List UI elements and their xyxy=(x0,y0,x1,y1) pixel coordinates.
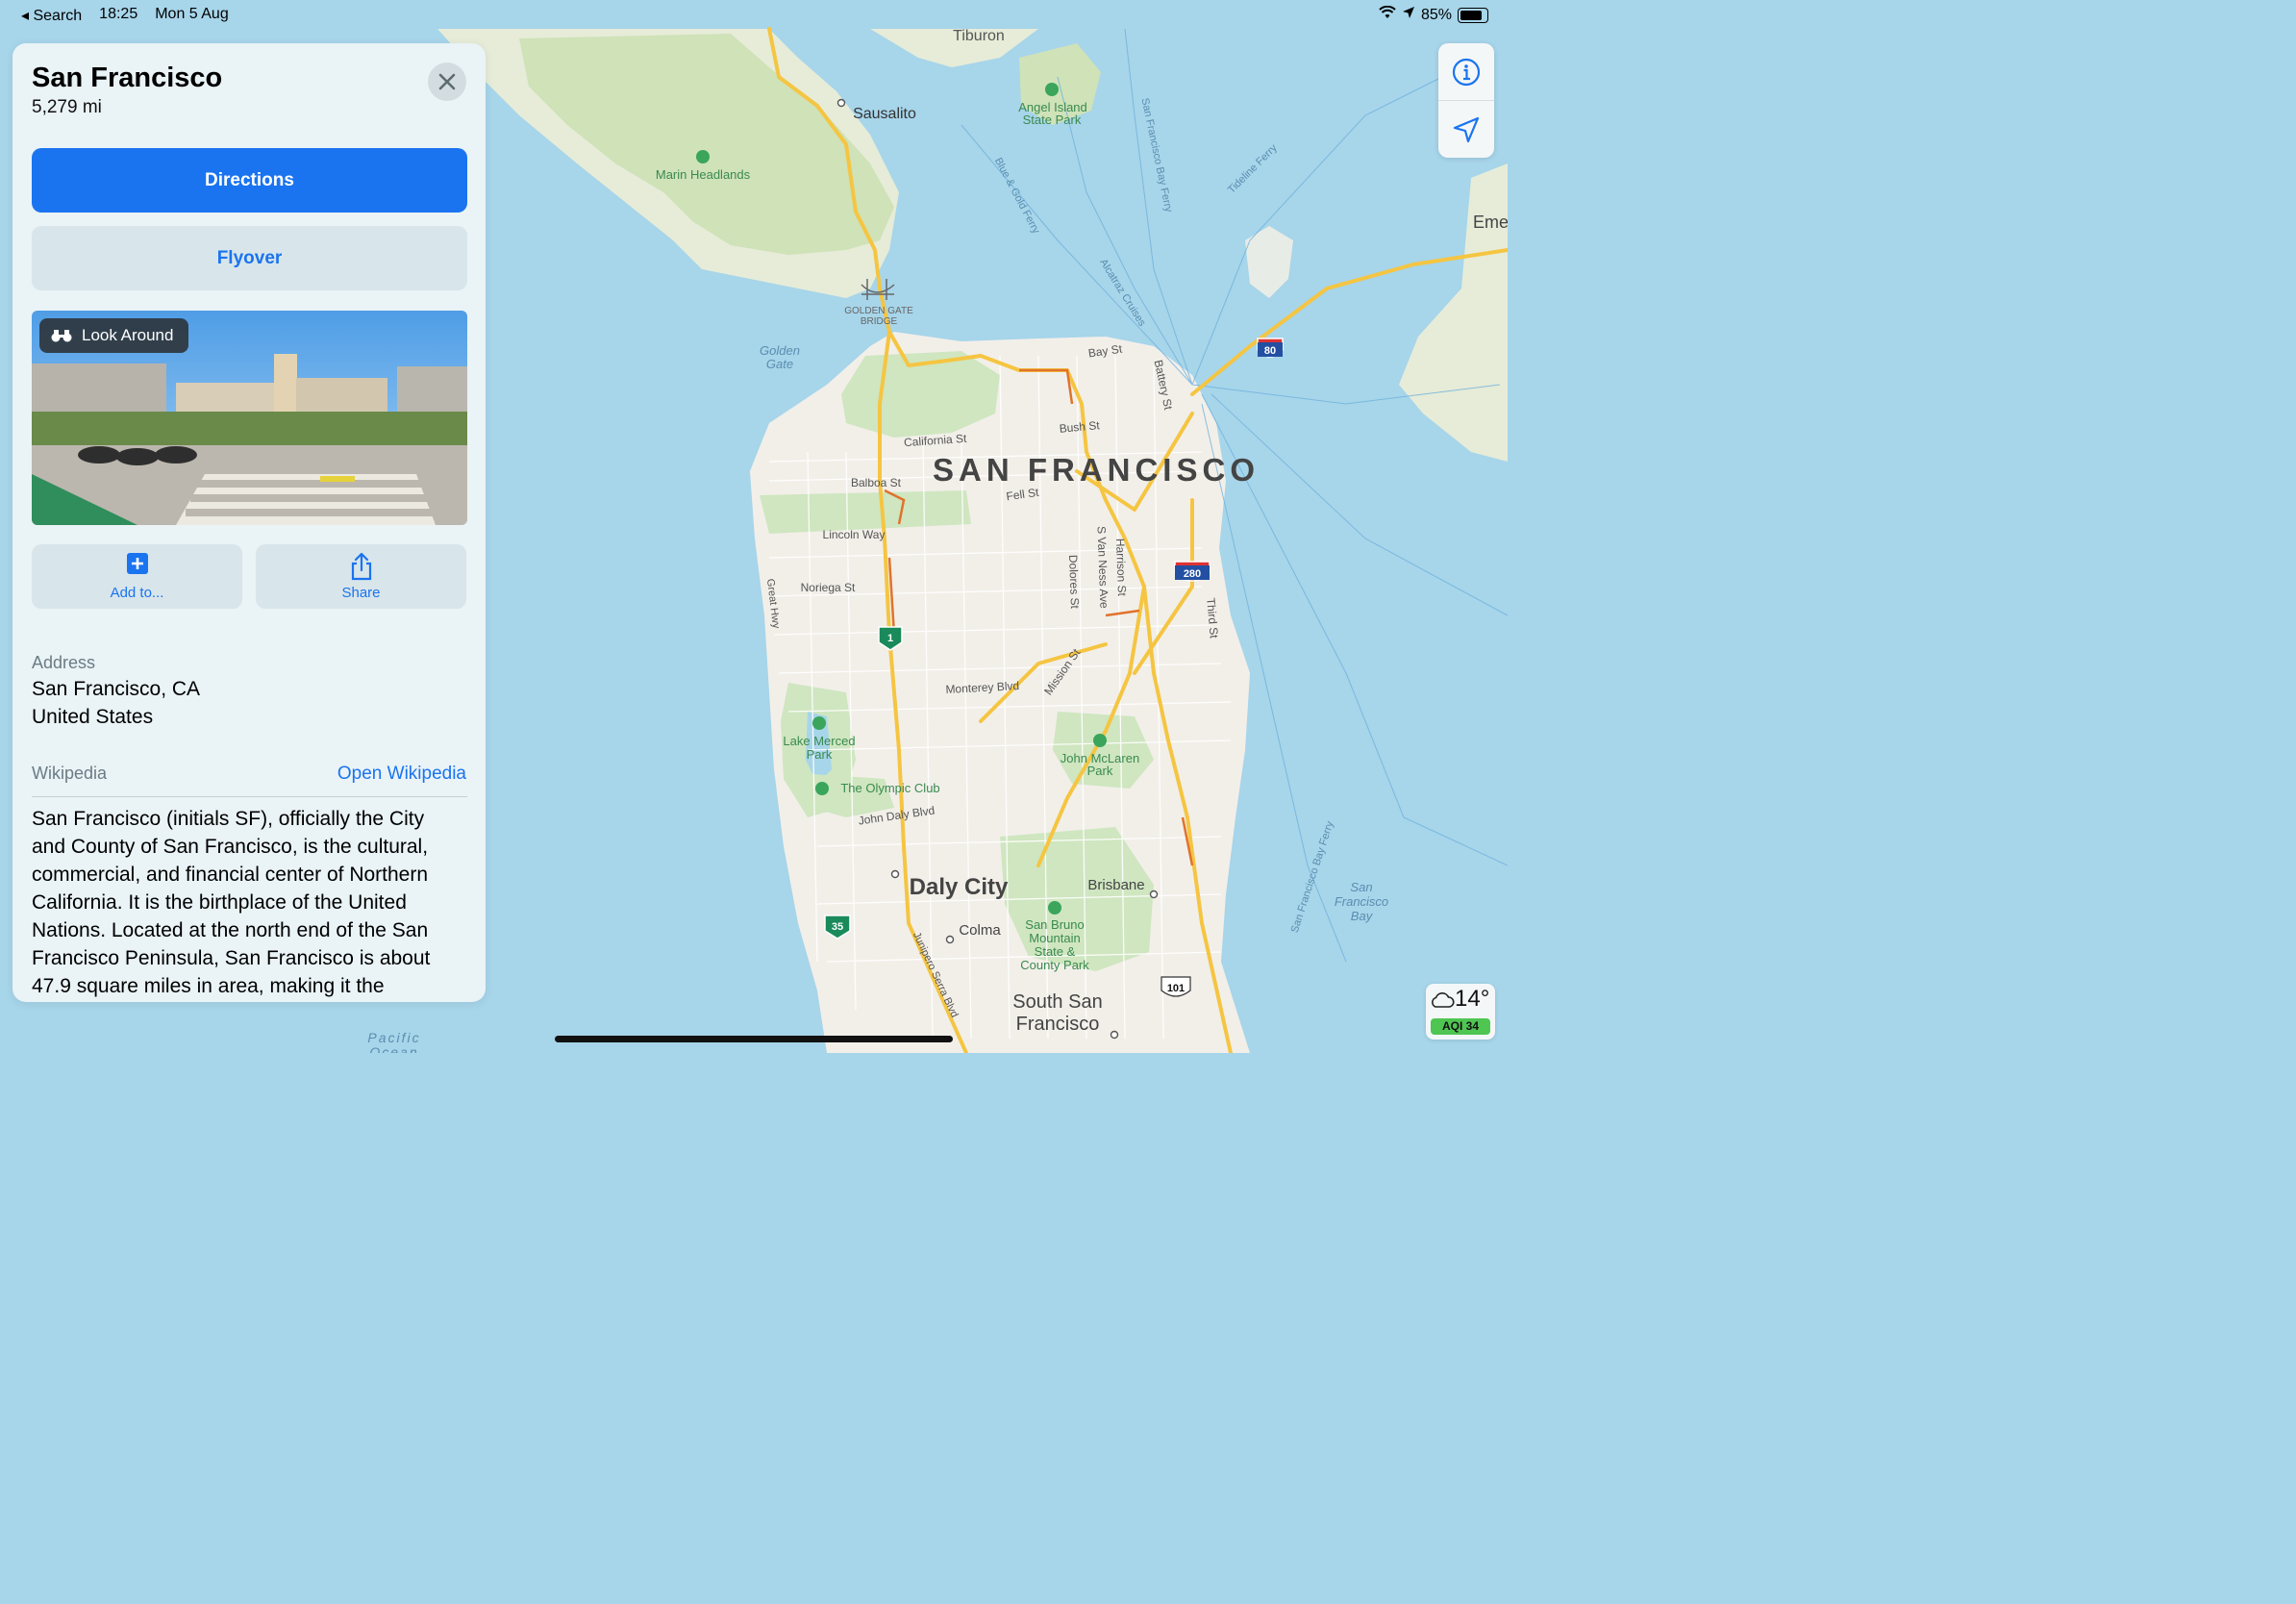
share-icon xyxy=(350,552,373,585)
svg-text:Park: Park xyxy=(1087,764,1113,778)
location-arrow-icon xyxy=(1453,116,1480,142)
svg-text:GOLDEN GATE: GOLDEN GATE xyxy=(844,306,913,316)
look-around-label: Look Around xyxy=(82,326,174,344)
status-time: 18:25 xyxy=(99,6,138,22)
back-to-search-link[interactable]: ◂ Search xyxy=(21,6,82,25)
close-icon xyxy=(438,73,456,90)
svg-text:Brisbane: Brisbane xyxy=(1087,877,1144,893)
svg-text:Dolores St: Dolores St xyxy=(1066,555,1082,610)
wikipedia-heading: Wikipedia xyxy=(32,764,108,783)
shield-us101: 101 xyxy=(1160,976,1191,997)
svg-text:San: San xyxy=(1350,880,1372,894)
wikipedia-line: Francisco Peninsula, San Francisco is ab… xyxy=(32,947,431,969)
home-indicator[interactable] xyxy=(555,1036,953,1042)
wikipedia-line: 47.9 square miles in area, making it the xyxy=(32,975,385,997)
map-controls xyxy=(1438,43,1494,158)
svg-text:The Olympic Club: The Olympic Club xyxy=(840,781,939,795)
weather-widget[interactable]: 14° AQI 34 xyxy=(1426,984,1495,1040)
place-card: San Francisco 5,279 mi Directions Flyove… xyxy=(12,43,486,1002)
add-to-label: Add to... xyxy=(110,585,164,601)
directions-button[interactable]: Directions xyxy=(32,148,467,213)
wikipedia-line: commercial, and financial center of Nort… xyxy=(32,864,429,886)
city-label: SAN FRANCISCO xyxy=(933,452,1260,488)
map-info-button[interactable] xyxy=(1438,43,1494,100)
wikipedia-line: Nations. Located at the north end of the… xyxy=(32,919,429,941)
flyover-button[interactable]: Flyover xyxy=(32,226,467,290)
status-date: Mon 5 Aug xyxy=(155,6,229,22)
info-icon xyxy=(1452,58,1481,86)
look-around-preview[interactable]: Look Around xyxy=(32,311,467,525)
svg-text:1: 1 xyxy=(887,633,893,644)
open-wikipedia-link[interactable]: Open Wikipedia xyxy=(337,764,466,785)
location-arrow-icon xyxy=(1402,6,1415,24)
svg-text:Eme: Eme xyxy=(1473,213,1508,232)
svg-text:Harrison St: Harrison St xyxy=(1113,539,1129,597)
svg-text:Francisco: Francisco xyxy=(1335,894,1388,909)
svg-text:Lake Merced: Lake Merced xyxy=(783,734,855,748)
status-bar: ◂ Search 18:25 Mon 5 Aug 85% xyxy=(0,0,1508,31)
svg-text:Mountain: Mountain xyxy=(1029,931,1080,945)
svg-text:Balboa St: Balboa St xyxy=(851,476,902,489)
wikipedia-line: and County of San Francisco, is the cult… xyxy=(32,836,429,858)
add-to-button[interactable]: Add to... xyxy=(32,544,242,609)
svg-text:Marin Headlands: Marin Headlands xyxy=(656,167,751,182)
battery-icon xyxy=(1458,7,1488,23)
svg-text:BRIDGE: BRIDGE xyxy=(861,316,898,327)
address-heading: Address xyxy=(32,653,96,672)
svg-text:Noriega St: Noriega St xyxy=(801,581,856,594)
address-line-1: San Francisco, CA xyxy=(32,678,201,700)
svg-text:Francisco: Francisco xyxy=(1016,1014,1100,1035)
temperature: 14° xyxy=(1455,986,1490,1012)
wifi-icon xyxy=(1379,5,1396,24)
svg-text:280: 280 xyxy=(1184,568,1201,580)
svg-text:35: 35 xyxy=(832,921,843,933)
battery-percentage: 85% xyxy=(1420,6,1452,23)
svg-text:Park: Park xyxy=(807,747,833,762)
svg-text:101: 101 xyxy=(1167,983,1185,994)
place-title: San Francisco xyxy=(32,63,223,93)
svg-text:Sausalito: Sausalito xyxy=(853,106,916,122)
share-button[interactable]: Share xyxy=(256,544,466,609)
svg-text:Lincoln Way: Lincoln Way xyxy=(823,528,886,541)
svg-text:State &: State & xyxy=(1035,944,1076,959)
share-label: Share xyxy=(341,585,381,601)
svg-text:San Bruno: San Bruno xyxy=(1025,917,1084,932)
place-distance: 5,279 mi xyxy=(32,97,102,117)
svg-text:Bay: Bay xyxy=(1351,909,1374,923)
shield-i80: 80 xyxy=(1257,338,1284,358)
svg-text:Golden: Golden xyxy=(760,343,800,358)
svg-text:County Park: County Park xyxy=(1020,958,1089,972)
cloud-icon xyxy=(1432,992,1455,1008)
close-button[interactable] xyxy=(428,63,466,101)
svg-text:Daly City: Daly City xyxy=(910,874,1009,900)
svg-text:Gate: Gate xyxy=(766,357,793,371)
wikipedia-summary: San Francisco (initials SF), officially … xyxy=(32,805,469,1000)
svg-text:Colma: Colma xyxy=(959,922,1001,939)
shield-i280: 280 xyxy=(1174,561,1210,582)
svg-text:South San: South San xyxy=(1012,991,1102,1013)
svg-text:S Van Ness Ave: S Van Ness Ave xyxy=(1095,526,1111,609)
address-line-2: United States xyxy=(32,706,154,728)
binoculars-icon xyxy=(51,330,72,342)
svg-text:Ocean: Ocean xyxy=(369,1044,418,1053)
look-around-badge[interactable]: Look Around xyxy=(39,318,189,353)
wikipedia-line: California. It is the birthplace of the … xyxy=(32,891,407,914)
wikipedia-line: San Francisco (initials SF), officially … xyxy=(32,808,425,830)
aqi-badge: AQI 34 xyxy=(1431,1018,1490,1035)
divider xyxy=(32,796,467,797)
plus-square-icon xyxy=(126,552,149,579)
svg-text:Pacific: Pacific xyxy=(367,1030,420,1045)
svg-text:State Park: State Park xyxy=(1023,113,1082,127)
svg-text:80: 80 xyxy=(1264,345,1276,357)
current-location-button[interactable] xyxy=(1438,101,1494,158)
